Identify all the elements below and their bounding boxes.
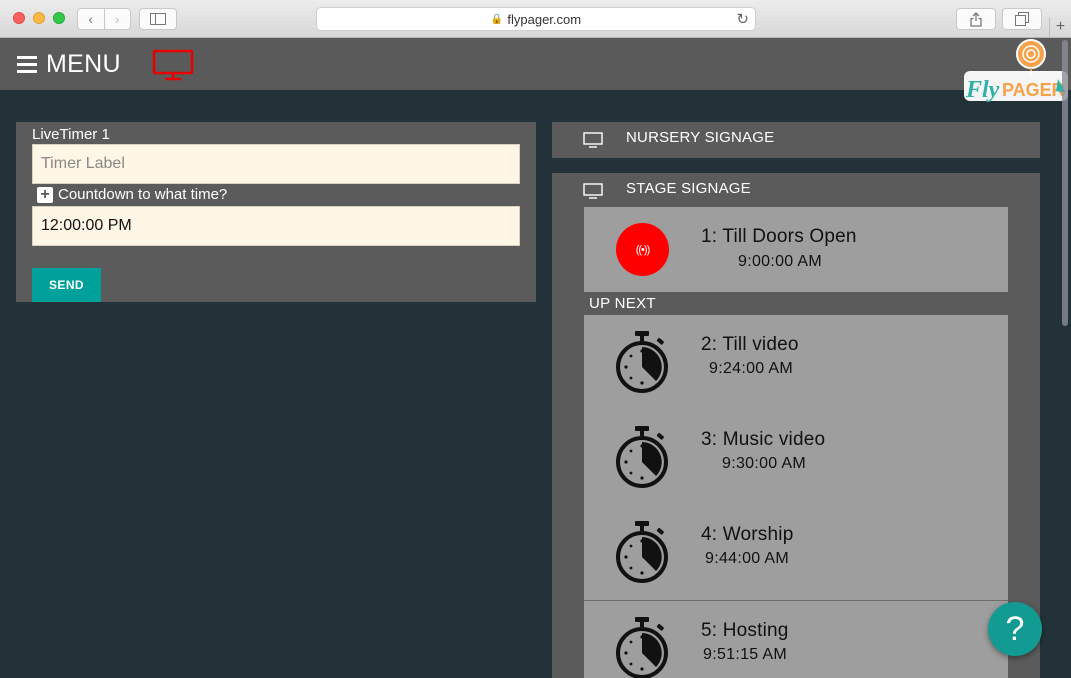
timer-label-input[interactable]: Timer Label [32,144,520,184]
live-timer-title: LiveTimer 1 [32,126,110,143]
menu-button[interactable]: MENU [17,50,121,79]
list-item[interactable]: 3: Music video 9:30:00 AM [584,410,1008,506]
flypager-logo[interactable]: Fly PAGER [962,39,1070,107]
timer-time: 9:24:00 AM [709,360,793,377]
monitor-icon [583,183,603,199]
logo-pager-text: PAGER [1002,80,1065,100]
timer-time: 9:51:15 AM [703,646,787,663]
up-next-list: 2: Till video 9:24:00 AM 3: Music video … [584,315,1008,678]
timer-time: 9:30:00 AM [722,455,806,472]
lock-icon: 🔒 [490,13,504,25]
address-bar[interactable]: 🔒 flypager.com ↻ [316,7,756,31]
timer-title: 2: Till video [701,334,799,355]
menu-label: MENU [46,50,121,78]
app-header: MENU Fly PAGER [0,38,1071,103]
nursery-signage-header[interactable]: NURSERY SIGNAGE [552,122,1040,158]
tabs-icon [1015,12,1029,26]
sidebar-icon [150,13,166,25]
share-icon [970,11,982,27]
list-item[interactable]: 2: Till video 9:24:00 AM [584,315,1008,411]
browser-toolbar: ‹ › 🔒 flypager.com ↻ + [0,0,1071,38]
countdown-time-input[interactable]: 12:00:00 PM [32,206,520,246]
logo-fly-text: Fly [965,77,1000,103]
timer-title: 3: Music video [701,429,826,450]
close-window-button[interactable] [13,12,25,24]
plus-icon: + [37,186,53,203]
share-button[interactable] [956,8,996,30]
timer-title: 4: Worship [701,524,794,545]
timer-time: 9:44:00 AM [705,550,789,567]
forward-button[interactable]: › [103,9,131,29]
url-text: flypager.com [507,11,582,27]
minimize-window-button[interactable] [33,12,45,24]
current-timer-title: 1: Till Doors Open [701,226,857,247]
stopwatch-icon [616,617,668,678]
current-timer-card[interactable]: ((•)) 1: Till Doors Open 9:00:00 AM [584,207,1008,292]
hamburger-icon [17,52,37,77]
live-timer-panel: LiveTimer 1 Timer Label + Countdown to w… [16,122,536,302]
zoom-window-button[interactable] [53,12,65,24]
up-next-label: UP NEXT [589,295,656,312]
stage-signage-header[interactable]: STAGE SIGNAGE [552,173,1040,209]
countdown-toggle[interactable]: + Countdown to what time? [37,186,227,203]
countdown-label: Countdown to what time? [58,186,228,203]
list-item[interactable]: 5: Hosting 9:51:15 AM [584,601,1008,678]
page-scrollbar[interactable] [1062,40,1068,326]
current-timer-time: 9:00:00 AM [738,253,822,270]
stopwatch-icon [616,521,668,583]
nursery-signage-label: NURSERY SIGNAGE [626,129,775,146]
stopwatch-icon [616,426,668,488]
live-broadcast-icon: ((•)) [616,223,669,276]
stage-signage-label: STAGE SIGNAGE [626,180,751,197]
new-tab-button[interactable]: + [1049,18,1071,38]
back-button[interactable]: ‹ [78,9,104,29]
list-item[interactable]: 4: Worship 9:44:00 AM [584,505,1008,601]
stage-signage-panel: STAGE SIGNAGE ((•)) 1: Till Doors Open 9… [552,173,1040,678]
reload-icon[interactable]: ↻ [736,10,749,28]
show-tabs-button[interactable] [1002,8,1042,30]
send-button[interactable]: SEND [32,268,101,302]
monitor-icon [583,132,603,148]
stopwatch-icon [616,331,668,393]
timer-title: 5: Hosting [701,620,789,641]
help-button[interactable]: ? [988,602,1042,656]
back-forward-group: ‹ › [77,8,131,30]
monitor-icon[interactable] [152,49,194,81]
sidebar-toggle-button[interactable] [139,8,177,30]
